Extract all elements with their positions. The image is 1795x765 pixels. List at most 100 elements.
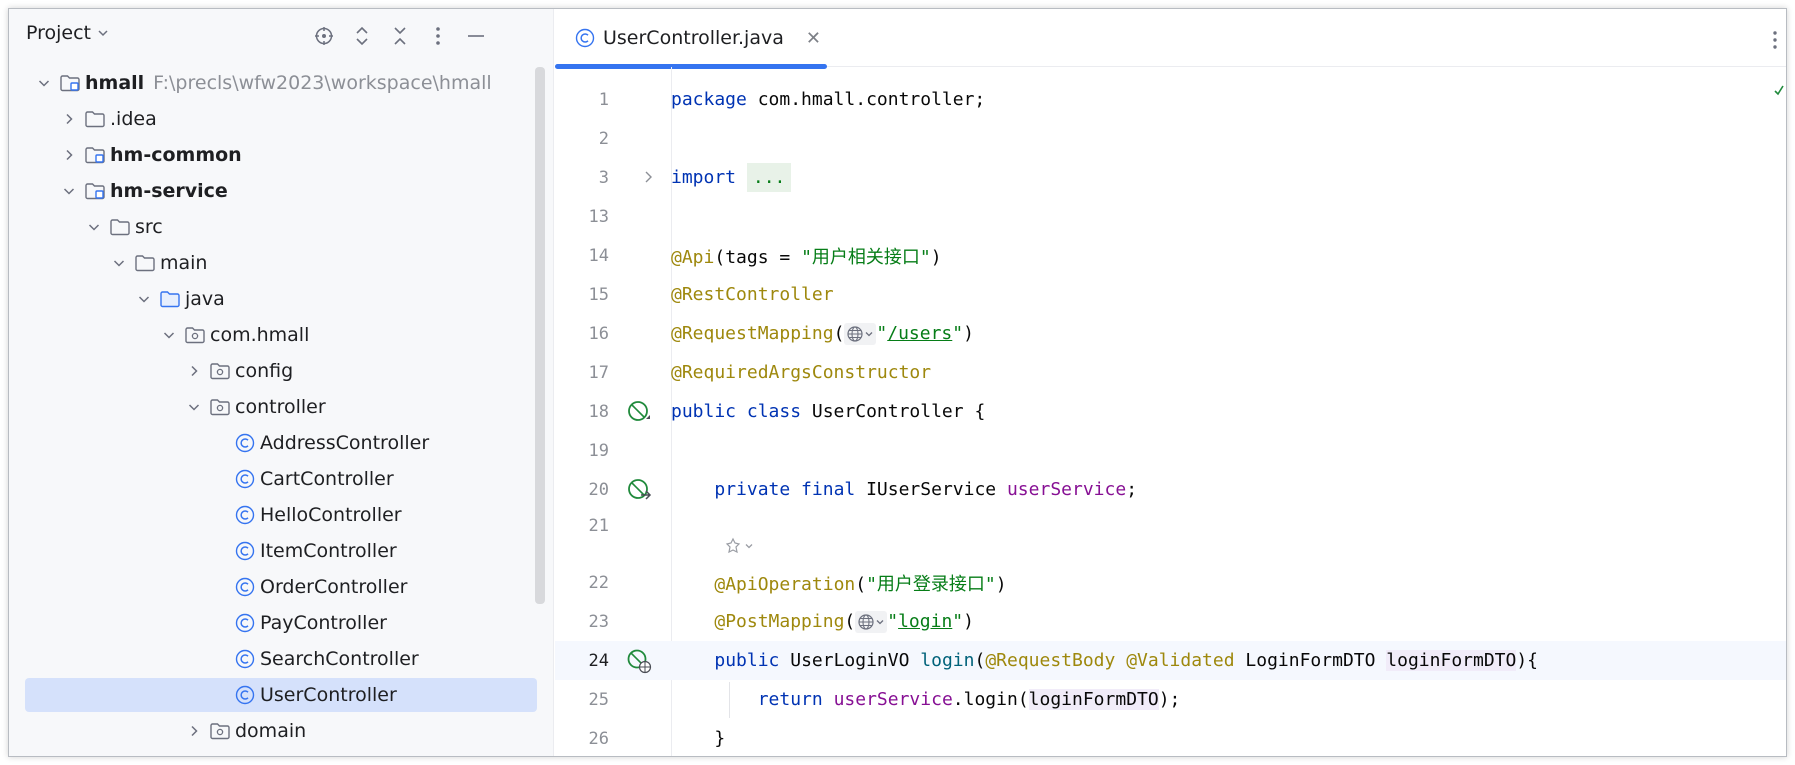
tree-item-addresscontroller[interactable]: AddressController — [9, 425, 545, 461]
tree-item-hellocontroller[interactable]: HelloController — [9, 497, 545, 533]
tree-item-label: domain — [235, 720, 307, 742]
url-inlay-hint[interactable] — [855, 610, 888, 633]
line-number: 22 — [588, 572, 609, 593]
code-text: import ... — [659, 163, 792, 192]
chevron-down-icon — [876, 619, 884, 624]
tree-item-itemcontroller[interactable]: ItemController — [9, 533, 545, 569]
tree-item-ordercontroller[interactable]: OrderController — [9, 569, 545, 605]
expand-all-icon — [356, 26, 368, 46]
tree-item-main[interactable]: main — [9, 245, 545, 281]
chevron-down-icon[interactable] — [135, 290, 153, 308]
tree-item-domain[interactable]: domain — [9, 713, 545, 749]
code-line: 22 @ApiOperation("用户登录接口") — [555, 563, 1786, 602]
tab-usercontroller[interactable]: UserController.java ✕ — [555, 9, 827, 69]
tree-item-idea[interactable]: .idea — [9, 101, 545, 137]
tree-item-label: .idea — [110, 108, 157, 130]
class-icon — [575, 28, 595, 48]
injection-icon — [628, 478, 652, 500]
chevron-down-icon[interactable] — [60, 182, 78, 200]
options-menu-button[interactable] — [419, 24, 457, 48]
spring-bean-gutter-icon[interactable] — [619, 399, 659, 425]
tab-label: UserController.java — [603, 27, 784, 49]
autowired-gutter-icon[interactable] — [619, 477, 659, 503]
close-tab-icon[interactable]: ✕ — [806, 28, 821, 49]
line-number: 19 — [588, 440, 609, 461]
tree-scrollbar[interactable] — [535, 67, 545, 604]
url-inlay-hint[interactable] — [844, 322, 877, 345]
tree-item-label: PayController — [260, 612, 387, 634]
tree-item-config[interactable]: config — [9, 353, 545, 389]
more-vertical-icon[interactable] — [1772, 31, 1778, 49]
chevron-right-icon[interactable] — [60, 146, 78, 164]
editor-tab-bar: UserController.java ✕ — [555, 9, 1786, 69]
tree-item-cartcontroller[interactable]: CartController — [9, 461, 545, 497]
hide-panel-button[interactable] — [457, 24, 495, 48]
class-icon — [234, 612, 256, 634]
inspection-ok-icon[interactable] — [1774, 83, 1784, 97]
chevron-down-icon[interactable] — [85, 218, 103, 236]
expand-all-button[interactable] — [343, 24, 381, 48]
line-number: 2 — [598, 128, 609, 149]
chevron-right-icon[interactable] — [185, 722, 203, 740]
line-number: 1 — [598, 89, 609, 110]
tree-item-usercontroller[interactable]: UserController — [9, 677, 545, 713]
code-text: @Api(tags = "用户相关接口") — [671, 246, 942, 268]
chevron-down-icon[interactable] — [35, 74, 53, 92]
minimize-icon — [468, 35, 484, 37]
class-icon — [234, 504, 256, 526]
more-vertical-icon — [436, 27, 440, 45]
code-line: 15 @RestController — [555, 275, 1786, 314]
project-panel-header: Project — [9, 9, 553, 55]
project-view-selector[interactable]: Project — [26, 22, 111, 44]
line-number: 13 — [588, 206, 609, 227]
crosshair-icon — [315, 27, 333, 45]
package-icon — [209, 360, 231, 382]
line-number: 14 — [588, 245, 609, 266]
package-icon — [184, 324, 206, 346]
active-tab-indicator — [555, 64, 827, 69]
chevron-down-icon — [865, 331, 873, 336]
code-vision-hint[interactable] — [724, 537, 754, 555]
tree-item-hmall[interactable]: hmall F:\precls\wfw2023\workspace\hmall — [9, 65, 545, 101]
chevron-down-icon — [745, 544, 753, 549]
chevron-right-icon[interactable] — [60, 110, 78, 128]
tree-item-src[interactable]: src — [9, 209, 545, 245]
code-text: package com.hmall.controller; — [671, 89, 986, 110]
tree-item-label: java — [185, 288, 225, 310]
code-line: 3 import ... — [555, 158, 1786, 197]
chevron-right-icon[interactable] — [185, 362, 203, 380]
line-number: 21 — [588, 516, 609, 536]
code-text: private final IUserService userService; — [714, 479, 1138, 500]
endpoint-gutter-icon[interactable] — [619, 648, 659, 674]
line-number: 3 — [598, 167, 609, 188]
chevron-down-icon[interactable] — [110, 254, 128, 272]
code-text: } — [714, 728, 726, 749]
module-folder-icon — [59, 72, 81, 94]
globe-icon — [858, 613, 874, 630]
tree-item-label: OrderController — [260, 576, 408, 598]
code-line-current: 24 public UserLoginVO login(@RequestBody… — [555, 641, 1786, 680]
class-icon — [234, 432, 256, 454]
tree-item-hm-common[interactable]: hm-common — [9, 137, 545, 173]
collapse-all-button[interactable] — [381, 24, 419, 48]
tree-item-path: F:\precls\wfw2023\workspace\hmall — [153, 72, 492, 94]
tree-item-controller[interactable]: controller — [9, 389, 545, 425]
tree-item-paycontroller[interactable]: PayController — [9, 605, 545, 641]
code-editor[interactable]: 1 package com.hmall.controller; 2 3 impo… — [555, 80, 1786, 756]
chevron-down-icon[interactable] — [160, 326, 178, 344]
fold-expand-icon[interactable] — [643, 170, 655, 184]
code-line: 17 @RequiredArgsConstructor — [555, 353, 1786, 392]
editor-area: UserController.java ✕ 1 package com.hmal… — [555, 9, 1786, 756]
folded-imports[interactable]: ... — [746, 163, 792, 192]
tree-item-searchcontroller[interactable]: SearchController — [9, 641, 545, 677]
class-icon — [234, 648, 256, 670]
project-tree: hmall F:\precls\wfw2023\workspace\hmall .i… — [9, 65, 545, 749]
chevron-down-icon[interactable] — [185, 398, 203, 416]
tree-item-com-hmall[interactable]: com.hmall — [9, 317, 545, 353]
indent-guide — [729, 682, 730, 718]
tree-item-hm-service[interactable]: hm-service — [9, 173, 545, 209]
line-number: 17 — [588, 362, 609, 383]
tree-item-java[interactable]: java — [9, 281, 545, 317]
code-text: @RestController — [671, 284, 834, 305]
select-opened-file-button[interactable] — [305, 24, 343, 48]
